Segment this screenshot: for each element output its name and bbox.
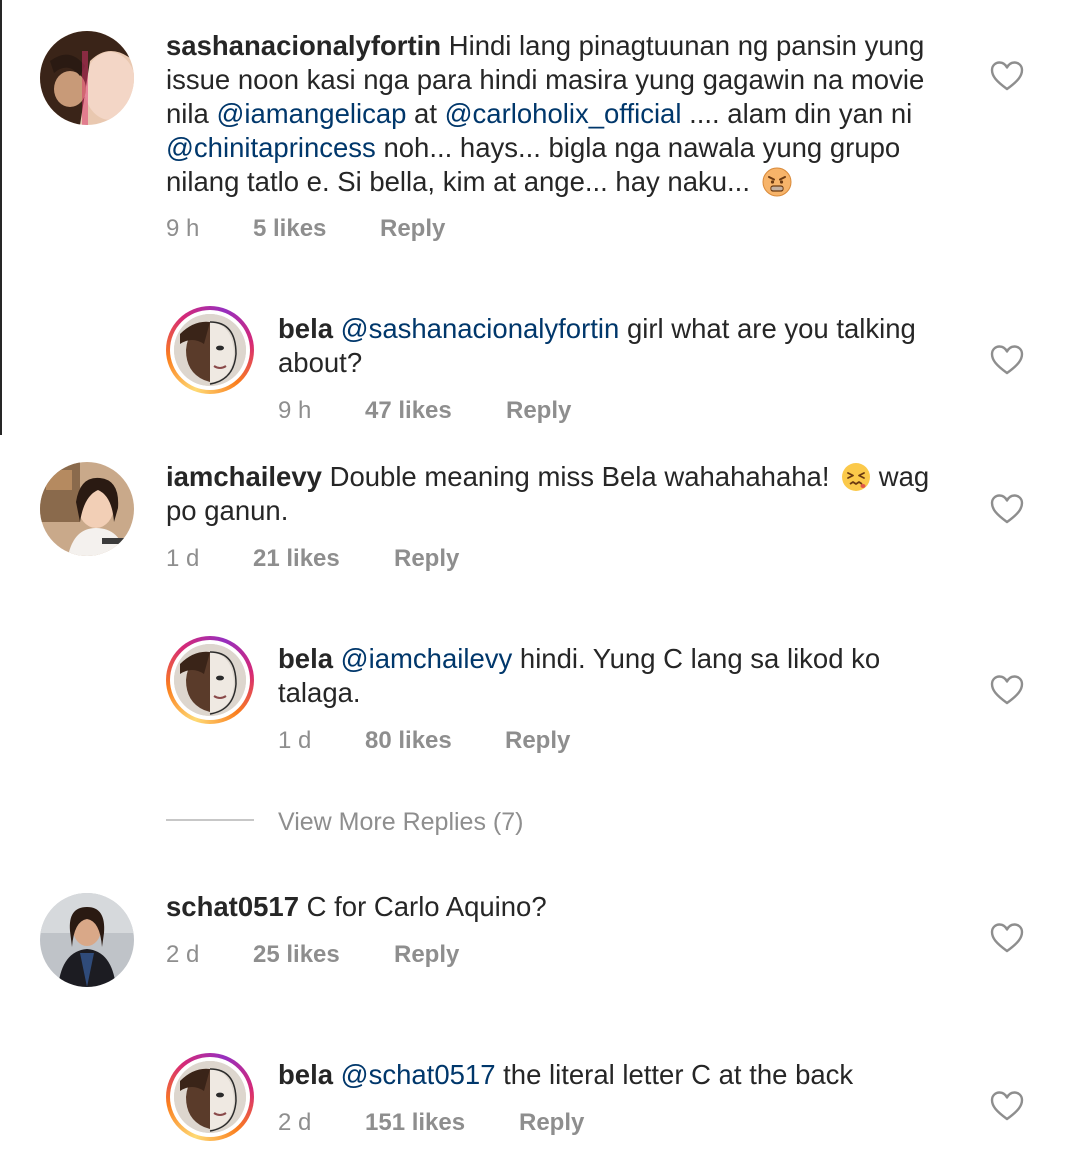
heart-outline-icon[interactable]: [990, 674, 1024, 706]
reply-button[interactable]: Reply: [506, 396, 571, 426]
heart-outline-icon[interactable]: [990, 60, 1024, 92]
comment-time: 1 d: [166, 545, 200, 572]
confounded-face-emoji: [841, 462, 871, 492]
avatar[interactable]: [166, 636, 254, 724]
reply-button[interactable]: Reply: [519, 1108, 584, 1138]
comment-body-text: Double meaning miss Bela wahahahaha!: [329, 461, 838, 492]
mention-link[interactable]: @schat0517: [341, 1059, 496, 1090]
comment-username[interactable]: bela: [278, 643, 333, 674]
comment-text: bela @sashanacionalyfortin girl what are…: [278, 312, 968, 380]
comment-username[interactable]: sashanacionalyfortin: [166, 30, 441, 61]
left-edge-line: [0, 0, 2, 435]
comment-text: sashanacionalyfortin Hindi lang pinagtuu…: [166, 29, 966, 199]
comment-username[interactable]: schat0517: [166, 891, 299, 922]
comment-body-text: .... alam din yan ni: [681, 98, 913, 129]
comment-body: @schat0517 the literal letter C at the b…: [341, 1059, 854, 1090]
heart-outline-icon[interactable]: [990, 344, 1024, 376]
reply-button[interactable]: Reply: [394, 940, 459, 970]
angry-face-emoji: [762, 167, 792, 197]
mention-link[interactable]: @chinitaprincess: [166, 132, 376, 163]
mention-link[interactable]: @carloholix_official: [445, 98, 682, 129]
comment-likes[interactable]: 21 likes: [253, 544, 340, 574]
comment-likes[interactable]: 47 likes: [365, 396, 452, 426]
comment-time: 2 d: [166, 941, 200, 968]
divider-line: [166, 819, 254, 821]
heart-outline-icon[interactable]: [990, 493, 1024, 525]
comment-username[interactable]: iamchailevy: [166, 461, 322, 492]
comment-time: 1 d: [278, 727, 312, 754]
comment-time: 9 h: [166, 215, 200, 242]
comment-text: bela @iamchailevy hindi. Yung C lang sa …: [278, 642, 938, 710]
reply-button[interactable]: Reply: [505, 726, 570, 756]
comment-likes[interactable]: 80 likes: [365, 726, 452, 756]
mention-link[interactable]: @sashanacionalyfortin: [341, 313, 620, 344]
view-more-replies-label[interactable]: View More Replies (7): [278, 806, 523, 838]
heart-outline-icon[interactable]: [990, 922, 1024, 954]
mention-link[interactable]: @iamangelicap: [216, 98, 406, 129]
comment-body-text: the literal letter C at the back: [495, 1059, 854, 1090]
comment-likes[interactable]: 151 likes: [365, 1108, 465, 1138]
avatar[interactable]: [166, 306, 254, 394]
reply-button[interactable]: Reply: [380, 214, 445, 244]
reply-button[interactable]: Reply: [394, 544, 459, 574]
avatar[interactable]: [40, 462, 134, 556]
comment-text: bela @schat0517 the literal letter C at …: [278, 1058, 968, 1092]
comment-body: @sashanacionalyfortin girl what are you …: [278, 313, 916, 378]
comment-username[interactable]: bela: [278, 313, 333, 344]
comment-likes[interactable]: 5 likes: [253, 214, 326, 244]
comment-text: iamchailevy Double meaning miss Bela wah…: [166, 460, 966, 528]
avatar[interactable]: [166, 1053, 254, 1141]
avatar[interactable]: [40, 31, 134, 125]
comment-time: 2 d: [278, 1109, 312, 1136]
comment-body: @iamchailevy hindi. Yung C lang sa likod…: [278, 643, 880, 708]
comment-username[interactable]: bela: [278, 1059, 333, 1090]
comment-likes[interactable]: 25 likes: [253, 940, 340, 970]
avatar[interactable]: [40, 893, 134, 987]
comment-body-text: C for Carlo Aquino?: [306, 891, 547, 922]
heart-outline-icon[interactable]: [990, 1090, 1024, 1122]
comment-text: schat0517 C for Carlo Aquino?: [166, 890, 966, 924]
comment-body-text: at: [406, 98, 445, 129]
comment-time: 9 h: [278, 397, 312, 424]
mention-link[interactable]: @iamchailevy: [341, 643, 513, 674]
comment-body: C for Carlo Aquino?: [307, 891, 547, 922]
comment-body: Double meaning miss Bela wahahahaha!: [330, 461, 838, 492]
